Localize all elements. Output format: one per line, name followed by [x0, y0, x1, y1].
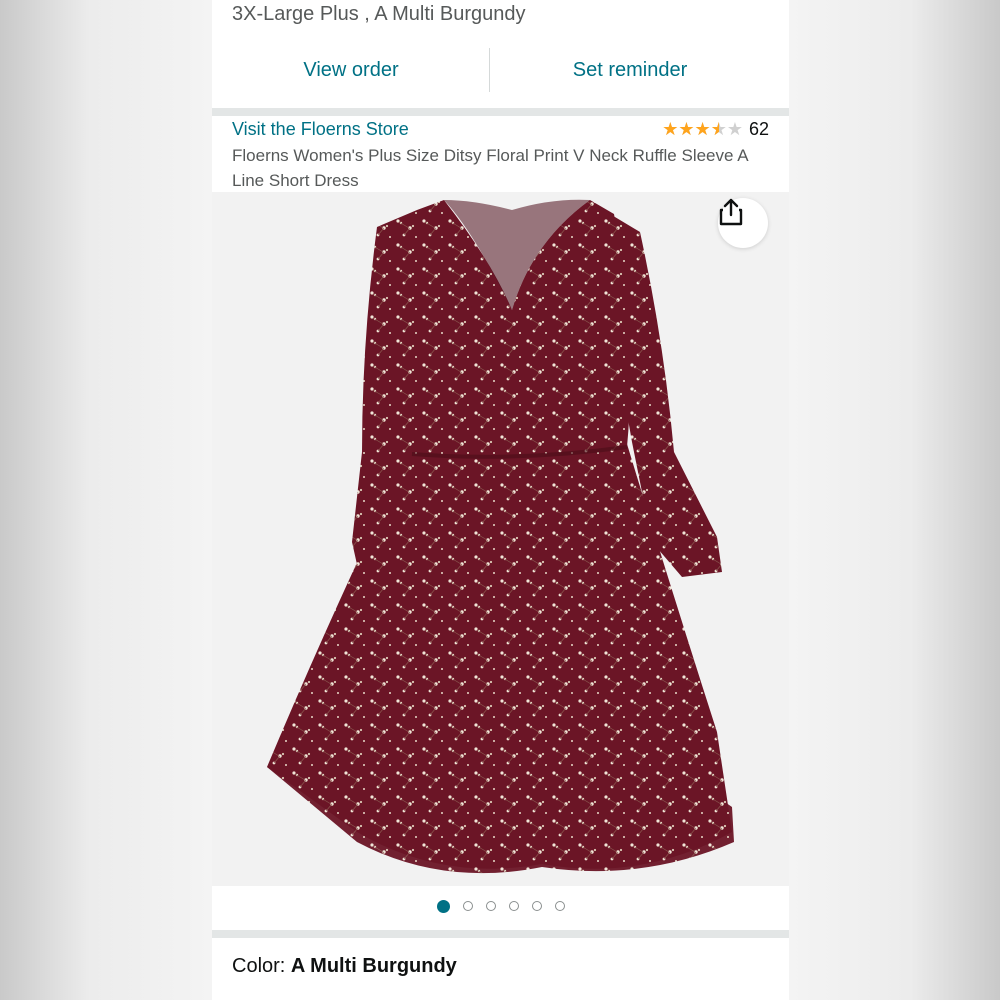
- dress-image: [267, 199, 734, 874]
- product-image[interactable]: [212, 192, 789, 886]
- section-divider: [212, 108, 789, 116]
- rating[interactable]: ★★★★★ ★★★★★ 62: [662, 118, 769, 140]
- store-link[interactable]: Visit the Floerns Store: [232, 119, 409, 140]
- set-reminder-button[interactable]: Set reminder: [491, 44, 769, 96]
- section-divider: [212, 930, 789, 938]
- color-value: A Multi Burgundy: [290, 955, 457, 977]
- view-order-button[interactable]: View order: [212, 44, 490, 96]
- rating-count[interactable]: 62: [749, 119, 769, 140]
- color-label: Color:: [232, 955, 291, 977]
- action-divider: [489, 48, 490, 92]
- carousel-dot[interactable]: [531, 901, 542, 911]
- carousel-dot[interactable]: [485, 901, 496, 911]
- product-panel: 3X-Large Plus , A Multi Burgundy View or…: [212, 0, 789, 1000]
- order-variant-line: 3X-Large Plus , A Multi Burgundy: [232, 3, 526, 25]
- carousel-dot[interactable]: [462, 901, 473, 911]
- carousel-dot[interactable]: [554, 901, 565, 911]
- share-icon: [719, 198, 743, 226]
- order-actions: View order Set reminder: [212, 44, 789, 96]
- carousel-dot[interactable]: [508, 901, 519, 911]
- carousel-dot[interactable]: [436, 899, 450, 913]
- color-selection: Color: A Multi Burgundy: [232, 955, 457, 978]
- share-button[interactable]: [718, 198, 768, 248]
- product-title: Floerns Women's Plus Size Ditsy Floral P…: [232, 146, 748, 190]
- star-rating-icon: ★★★★★ ★★★★★: [662, 119, 743, 139]
- image-carousel-dots: [212, 896, 789, 916]
